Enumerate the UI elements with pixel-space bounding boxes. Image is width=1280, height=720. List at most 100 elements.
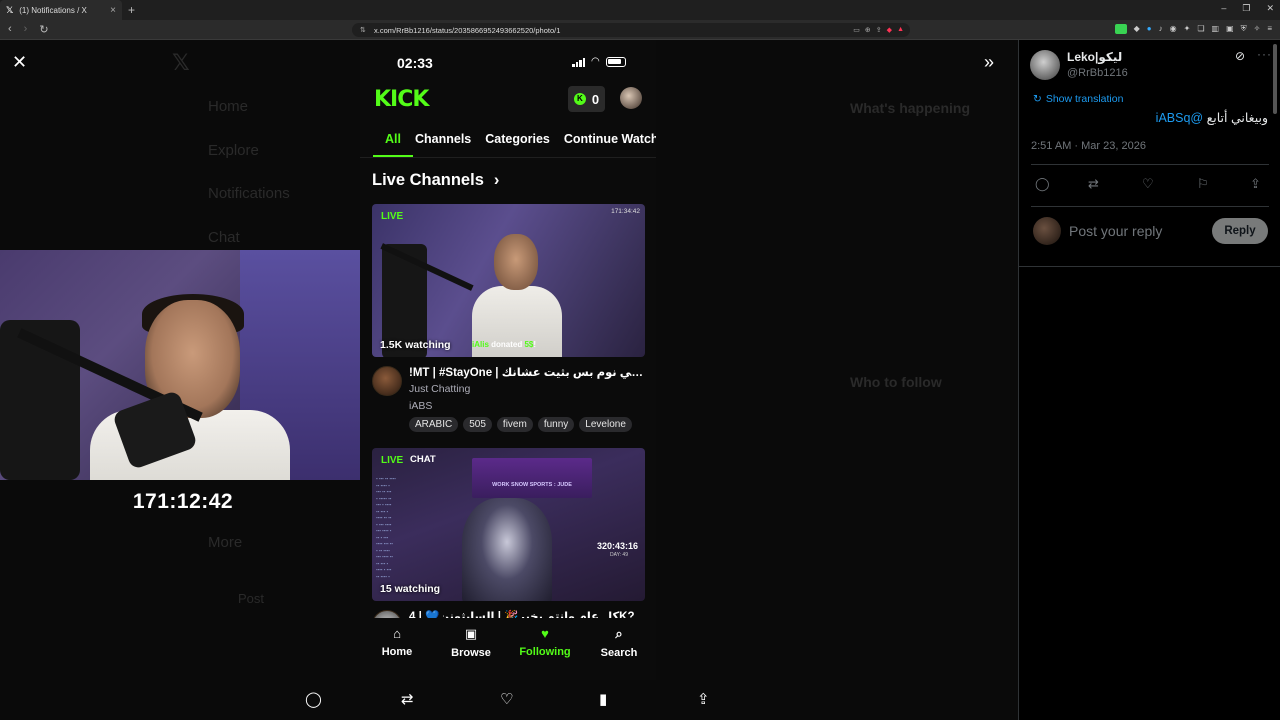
status-icons: ◠ xyxy=(572,56,626,67)
close-icon[interactable]: × xyxy=(110,5,116,16)
viewer-count: 15 watching xyxy=(380,583,441,595)
translate-icon: ↻ xyxy=(1033,93,1042,105)
leo-icon[interactable]: ✧ xyxy=(1254,24,1261,34)
section-title: Live Channels xyxy=(372,171,484,189)
extension-green-icon[interactable] xyxy=(1114,24,1127,34)
url-field[interactable]: ⇅ x.com/RrBb1216/status/2035866952493662… xyxy=(352,23,910,37)
site-info-icon[interactable]: ⇅ xyxy=(360,26,366,34)
bookmark-icon[interactable]: ⚐ xyxy=(1197,176,1209,192)
reload-icon[interactable]: ↻ xyxy=(39,23,48,36)
browser-tabbar: 𝕏 (1) Notifications / X × + – ❐ ✕ xyxy=(0,0,1280,20)
reply-icon[interactable]: ◯ xyxy=(1035,176,1050,192)
close-viewer-icon[interactable]: ✕ xyxy=(12,52,27,73)
tag-chip[interactable]: 505 xyxy=(463,417,492,432)
extension-puzzle-icon[interactable]: ✦ xyxy=(1184,24,1191,34)
tag-chip[interactable]: fivem xyxy=(496,417,533,432)
maximize-icon[interactable]: ❐ xyxy=(1242,3,1250,14)
author-handle[interactable]: @RrBb1216 xyxy=(1067,67,1128,79)
kick-logo: KICK xyxy=(374,87,429,112)
overlay-day: DAY: 49 xyxy=(610,552,628,558)
zoom-icon[interactable]: ⊕ xyxy=(865,26,871,34)
tab-channels[interactable]: Channels xyxy=(415,126,471,157)
expand-panel-icon[interactable]: » xyxy=(984,52,994,73)
kick-points-button[interactable]: K 0 xyxy=(568,86,605,112)
rewards-icon[interactable]: ▲ xyxy=(897,26,904,34)
tab-continue-watching[interactable]: Continue Watchi xyxy=(564,126,656,157)
nav-home[interactable]: ⌂ Home xyxy=(362,626,432,680)
viewer-count: 1.5K watching xyxy=(380,339,451,351)
author-name[interactable]: Leko|ليكو xyxy=(1067,50,1122,64)
live-channels-heading[interactable]: Live Channels › xyxy=(372,171,499,190)
more-options-icon[interactable]: ··· xyxy=(1257,47,1272,61)
repost-icon[interactable]: ⇄ xyxy=(1088,176,1099,192)
status-bar: 02:33 ◠ xyxy=(360,40,656,84)
vpn-icon[interactable]: ⛨ xyxy=(1241,24,1247,34)
minimize-icon[interactable]: – xyxy=(1221,3,1226,14)
share-post-icon[interactable]: ⇪ xyxy=(697,690,710,708)
overlay-banner: WORK SNOW SPORTS : JUDE xyxy=(472,458,592,498)
ghost-who-to-follow: Who to follow xyxy=(850,374,942,390)
channel-username[interactable]: iABS xyxy=(409,400,432,412)
reply-icon[interactable]: ◯ xyxy=(305,690,322,708)
channel-tags: ARABIC 505 fivem funny Levelone xyxy=(409,417,632,432)
tag-chip[interactable]: funny xyxy=(537,417,575,432)
mention-link[interactable]: @iABSq xyxy=(1156,111,1203,125)
browser-tab[interactable]: 𝕏 (1) Notifications / X × xyxy=(0,0,122,20)
channel-thumbnail[interactable]: LIVE 171:34:42 1.5K watching iAlis donat… xyxy=(372,204,645,357)
tab-all[interactable]: All xyxy=(373,126,413,157)
divider xyxy=(1019,266,1280,267)
donation-alert: iAlis donated 5$! xyxy=(472,340,537,349)
share-icon[interactable]: ⇪ xyxy=(876,26,882,34)
extension-diamond-icon[interactable]: ◆ xyxy=(1134,24,1140,34)
back-icon[interactable]: ‹ xyxy=(8,23,12,36)
channel-thumbnail[interactable]: ▪ ▪▪▪ ▪▪ ▪▪▪▪ ▪▪ ▪▪▪▪ ▪ ▪▪▪ ▪▪ ▪▪▪ ▪ ▪▪▪▪▪ … xyxy=(372,448,645,601)
channel-category[interactable]: Just Chatting xyxy=(409,383,470,395)
extension-circle-icon[interactable]: ● xyxy=(1147,24,1152,34)
extension-game-icon[interactable]: ◉ xyxy=(1170,24,1177,34)
post-text: وبيغاني أتابع @iABSq xyxy=(1155,111,1268,125)
post-actions: ◯ ⇄ ♡ ⚐ ⇪ xyxy=(1019,176,1280,196)
chevron-right-icon: › xyxy=(493,171,500,189)
thumb-time: 171:34:42 xyxy=(611,208,640,215)
wallet-icon[interactable]: ▣ xyxy=(1226,24,1234,34)
my-avatar xyxy=(1033,217,1061,245)
extension-copy-icon[interactable]: ❏ xyxy=(1197,24,1204,34)
views-icon[interactable]: ▮ xyxy=(599,690,607,708)
grok-icon[interactable]: ⊘ xyxy=(1235,49,1245,63)
kick-points-icon: K xyxy=(573,93,586,105)
channel-title[interactable]: !MT | #StayOne | فيني نوم بس بثيت عشانك xyxy=(409,365,645,379)
repost-icon[interactable]: ⇄ xyxy=(401,690,414,708)
nav-browse[interactable]: ▣ Browse xyxy=(436,626,506,680)
brave-shield-icon[interactable]: ◆ xyxy=(887,26,892,34)
cast-icon[interactable]: ▭ xyxy=(853,26,860,34)
like-icon[interactable]: ♡ xyxy=(1142,176,1154,192)
share-icon[interactable]: ⇪ xyxy=(1250,176,1261,192)
reply-button[interactable]: Reply xyxy=(1212,218,1268,244)
show-translation-link[interactable]: ↻ Show translation xyxy=(1033,93,1123,105)
tab-title: (1) Notifications / X xyxy=(19,5,87,15)
nav-search[interactable]: ⌕ Search xyxy=(584,626,654,680)
nav-following[interactable]: ♥ Following xyxy=(510,626,580,680)
battery-icon xyxy=(605,56,626,67)
scrollbar[interactable] xyxy=(1273,44,1277,114)
kick-points-value: 0 xyxy=(591,91,600,107)
new-tab-button[interactable]: + xyxy=(128,3,135,17)
extension-audio-icon[interactable]: ♪ xyxy=(1159,24,1163,34)
kick-avatar[interactable] xyxy=(620,87,642,109)
tab-categories[interactable]: Categories xyxy=(485,126,550,157)
tag-chip[interactable]: ARABIC xyxy=(409,417,459,432)
menu-icon[interactable]: ≡ xyxy=(1267,24,1272,34)
ghost-post-button: Post xyxy=(238,591,265,606)
tag-chip[interactable]: Levelone xyxy=(579,417,632,432)
close-window-icon[interactable]: ✕ xyxy=(1266,3,1274,14)
forward-icon[interactable]: › xyxy=(24,23,28,36)
reply-input[interactable]: Post your reply xyxy=(1069,223,1162,239)
sidebar-icon[interactable]: ▥ xyxy=(1212,24,1220,34)
status-time: 02:33 xyxy=(397,55,433,71)
channel-card[interactable]: LIVE 171:34:42 1.5K watching iAlis donat… xyxy=(372,204,645,441)
heart-icon: ♥ xyxy=(541,626,549,641)
channel-avatar[interactable] xyxy=(372,366,402,396)
author-avatar[interactable] xyxy=(1030,50,1060,80)
like-icon[interactable]: ♡ xyxy=(500,690,513,708)
post-date[interactable]: 2:51 AM · Mar 23, 2026 xyxy=(1031,140,1146,152)
